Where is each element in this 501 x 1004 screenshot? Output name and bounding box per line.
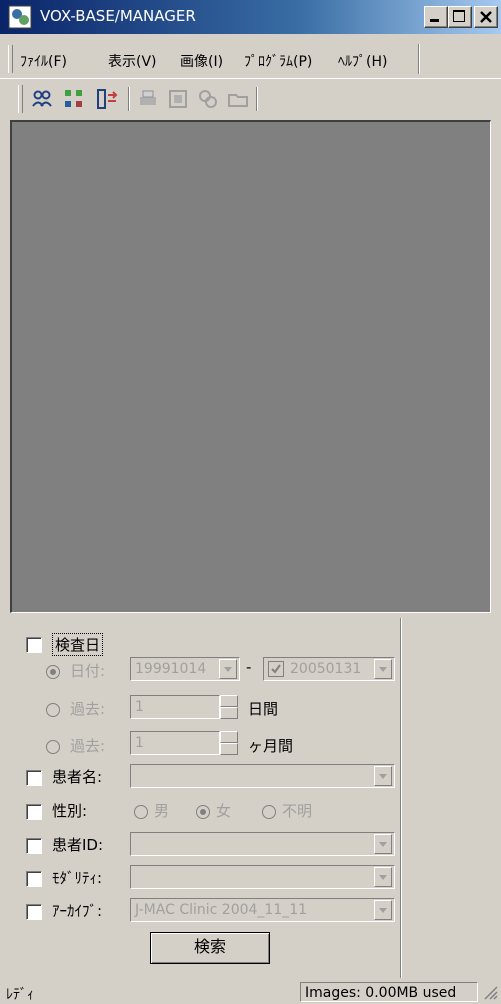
- title-bar[interactable]: VOX-BASE/MANAGER: [0, 0, 501, 34]
- patient-list-icon[interactable]: [30, 87, 54, 111]
- sex-label: 性別:: [52, 802, 88, 820]
- print-icon[interactable]: [136, 87, 160, 111]
- modality-select[interactable]: [130, 865, 395, 889]
- app-icon: [8, 5, 32, 29]
- past-months-label: 過去:: [70, 737, 106, 755]
- patient-id-select[interactable]: [130, 832, 395, 856]
- sex-female-radio[interactable]: [196, 805, 210, 819]
- status-text: ﾚﾃﾞｨ: [6, 987, 34, 1003]
- menu-divider: [418, 44, 420, 74]
- exam-date-label: 検査日: [52, 633, 104, 656]
- sex-checkbox[interactable]: [26, 804, 42, 820]
- patient-id-dropdown[interactable]: [374, 834, 392, 854]
- close-button[interactable]: [474, 6, 498, 28]
- archive-label: ｱｰｶｲﾌﾞ:: [52, 902, 103, 920]
- past-months-spinner[interactable]: [220, 731, 238, 755]
- patient-id-checkbox[interactable]: [26, 838, 42, 854]
- check-icon: [271, 664, 281, 674]
- folder-icon[interactable]: [226, 87, 250, 111]
- window-title: VOX-BASE/MANAGER: [40, 7, 196, 25]
- date-from-dropdown[interactable]: [219, 659, 237, 679]
- toolbar: [0, 78, 501, 117]
- menu-program[interactable]: ﾌﾟﾛｸﾞﾗﾑ(P): [244, 51, 312, 71]
- menu-view[interactable]: 表示(V): [108, 51, 157, 71]
- toolbar-grip[interactable]: [18, 85, 23, 113]
- close-icon: [480, 11, 492, 23]
- date-to-dropdown[interactable]: [374, 659, 392, 679]
- toolbar-separator-end: [256, 87, 258, 111]
- memory-status: Images: 0.00MB used: [300, 982, 478, 1002]
- resize-grip-icon[interactable]: [482, 984, 498, 1000]
- minimize-icon: [430, 19, 439, 22]
- archive-value: J-MAC Clinic 2004_11_11: [135, 902, 308, 918]
- date-to-select[interactable]: 20050131: [263, 657, 395, 681]
- maximize-button[interactable]: [448, 6, 472, 28]
- status-bar: ﾚﾃﾞｨ Images: 0.00MB used: [0, 980, 501, 1003]
- date-to-value: 20050131: [290, 661, 362, 677]
- menu-image[interactable]: 画像(I): [180, 51, 223, 71]
- past-days-label: 過去:: [70, 700, 106, 718]
- sex-female-label: 女: [216, 802, 232, 820]
- date-from-select[interactable]: 19991014: [130, 657, 240, 681]
- date-range-dash: -: [246, 658, 252, 676]
- panel-divider: [400, 618, 402, 978]
- menu-grip[interactable]: [8, 45, 13, 73]
- modality-label: ﾓﾀﾞﾘﾃｨ:: [52, 869, 103, 887]
- sex-male-radio[interactable]: [134, 805, 148, 819]
- network-icon[interactable]: [196, 87, 220, 111]
- maximize-icon: [453, 10, 465, 22]
- patient-id-label: 患者ID:: [52, 836, 104, 854]
- date-from-value: 19991014: [135, 661, 207, 677]
- menu-bar: ﾌｧｲﾙ(F) 表示(V) 画像(I) ﾌﾟﾛｸﾞﾗﾑ(P) ﾍﾙﾌﾟ(H): [0, 38, 501, 78]
- archive-dropdown[interactable]: [374, 900, 392, 920]
- past-months-radio[interactable]: [46, 740, 60, 754]
- past-months-input[interactable]: 1: [130, 731, 220, 755]
- date-label: 日付:: [70, 662, 106, 680]
- image-viewer[interactable]: [10, 120, 491, 613]
- patient-name-select[interactable]: [130, 764, 395, 788]
- patient-name-checkbox[interactable]: [26, 770, 42, 786]
- date-radio[interactable]: [46, 665, 60, 679]
- transfer-icon[interactable]: [95, 87, 119, 111]
- series-icon[interactable]: [62, 87, 86, 111]
- toolbar-separator: [128, 87, 130, 111]
- sex-male-label: 男: [154, 802, 170, 820]
- modality-dropdown[interactable]: [374, 867, 392, 887]
- film-icon[interactable]: [166, 87, 190, 111]
- months-unit-label: ヶ月間: [248, 737, 294, 755]
- exam-date-checkbox[interactable]: [26, 637, 42, 653]
- modality-checkbox[interactable]: [26, 871, 42, 887]
- menu-file[interactable]: ﾌｧｲﾙ(F): [20, 51, 67, 71]
- days-unit-label: 日間: [248, 700, 279, 718]
- patient-name-label: 患者名:: [52, 768, 103, 786]
- date-to-checkbox[interactable]: [268, 661, 284, 677]
- menu-help[interactable]: ﾍﾙﾌﾟ(H): [338, 51, 387, 71]
- past-days-spinner[interactable]: [220, 695, 238, 719]
- sex-unknown-label: 不明: [282, 802, 313, 820]
- patient-name-dropdown[interactable]: [374, 766, 392, 786]
- archive-checkbox[interactable]: [26, 904, 42, 920]
- archive-select[interactable]: J-MAC Clinic 2004_11_11: [130, 898, 395, 922]
- minimize-button[interactable]: [424, 6, 448, 28]
- past-days-input[interactable]: 1: [130, 695, 220, 719]
- search-button[interactable]: 検索: [150, 932, 270, 964]
- past-days-radio[interactable]: [46, 703, 60, 717]
- sex-unknown-radio[interactable]: [262, 805, 276, 819]
